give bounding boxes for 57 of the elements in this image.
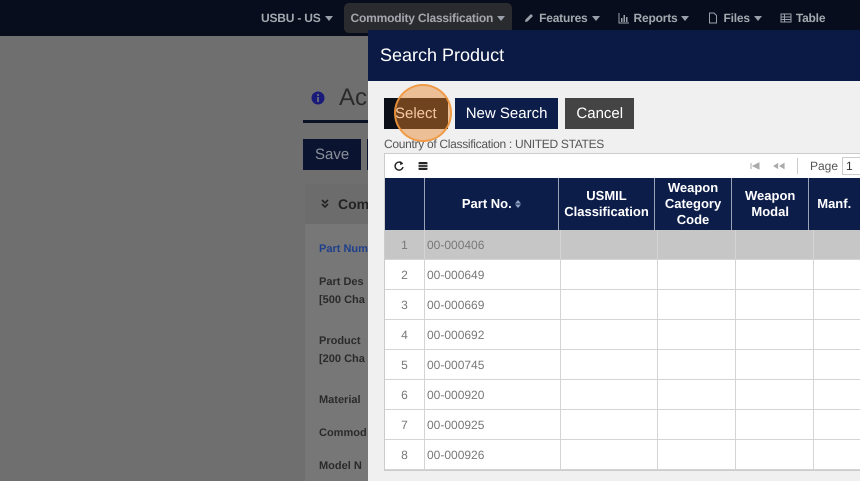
table-row[interactable]: 3 00-000669 xyxy=(385,290,860,320)
row-number: 1 xyxy=(385,230,425,259)
table-cell: 00-000692 xyxy=(425,320,561,349)
nav-menu[interactable]: USBU - US xyxy=(254,3,340,33)
pencil-icon xyxy=(523,12,536,24)
table-row[interactable]: 5 00-000745 xyxy=(385,350,860,380)
table-row[interactable]: 6 00-000920 xyxy=(385,380,860,410)
country-label: Country of Classification : UNITED STATES xyxy=(384,137,605,151)
dialog-title: Search Product xyxy=(380,45,504,66)
nav-menu[interactable]: Reports xyxy=(610,3,696,33)
caret-icon xyxy=(754,16,762,20)
caret-icon xyxy=(592,16,600,20)
field-label: Material xyxy=(319,393,361,408)
sort-icon[interactable] xyxy=(514,200,521,208)
caret-icon xyxy=(324,16,333,20)
field-label: Part Des [500 Cha xyxy=(319,275,365,308)
table-row[interactable]: 8 00-000926 xyxy=(385,440,860,470)
bar-chart-icon xyxy=(618,12,630,24)
nav-menu[interactable]: Commodity Classification xyxy=(344,3,512,33)
dialog-button[interactable]: Cancel xyxy=(565,98,634,129)
double-chevron-icon xyxy=(320,199,330,209)
table-row[interactable]: 2 00-000649 xyxy=(385,260,860,290)
table-cell: 00-000649 xyxy=(425,260,561,289)
caret-icon xyxy=(681,16,690,20)
page-input[interactable]: 1 xyxy=(842,157,860,175)
page-title: Ac xyxy=(339,84,368,112)
row-number: 4 xyxy=(385,320,425,349)
row-number: 8 xyxy=(385,440,425,469)
dialog-button[interactable]: New Search xyxy=(454,98,558,129)
table-row[interactable]: 4 00-000692 xyxy=(385,320,860,350)
nav-menu[interactable]: Files xyxy=(700,3,769,33)
file-icon xyxy=(707,12,720,24)
table-cell: 00-000669 xyxy=(425,290,561,319)
page-label: Page xyxy=(810,159,838,173)
row-number: 2 xyxy=(385,260,425,289)
table-icon xyxy=(780,12,792,24)
nav-menu[interactable]: Features xyxy=(516,3,607,33)
panel-title: Com xyxy=(338,196,370,212)
caret-icon xyxy=(497,16,506,20)
row-number: 7 xyxy=(385,410,425,439)
table-cell: 00-000745 xyxy=(425,350,561,379)
info-icon xyxy=(311,91,325,105)
row-number: 3 xyxy=(385,290,425,319)
field-label: Product [200 Cha xyxy=(319,334,365,367)
save-button[interactable]: Save xyxy=(303,139,362,170)
field-label: Model N xyxy=(319,459,362,474)
row-number: 5 xyxy=(385,350,425,379)
list-icon[interactable] xyxy=(417,160,429,172)
table-cell: 00-000406 xyxy=(425,230,561,259)
table-cell: 00-000925 xyxy=(425,410,561,439)
nav-menu[interactable]: Table xyxy=(772,3,832,33)
table-cell: 00-000926 xyxy=(425,440,561,469)
row-number: 6 xyxy=(385,380,425,409)
refresh-icon[interactable] xyxy=(393,160,405,172)
table-row[interactable]: 7 00-000925 xyxy=(385,410,860,440)
field-label: Commod xyxy=(319,426,367,441)
table-cell: 00-000920 xyxy=(425,380,561,409)
